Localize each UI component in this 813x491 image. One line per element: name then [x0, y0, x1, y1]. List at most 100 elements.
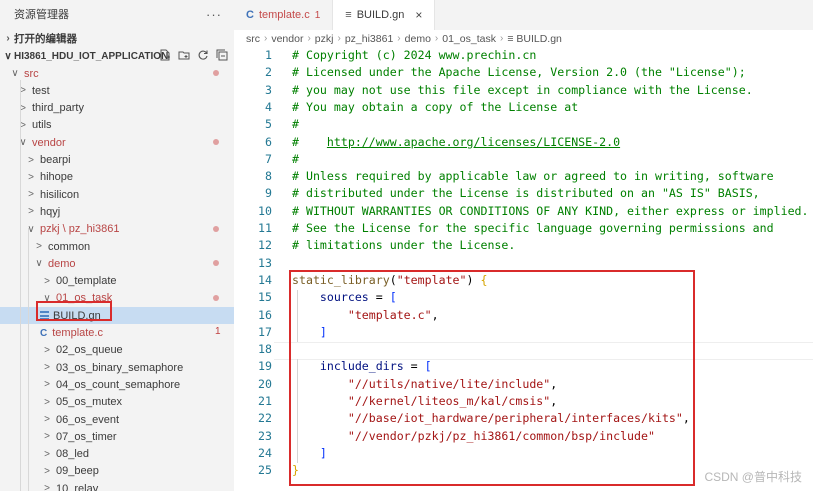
chevron-right-icon: >: [44, 465, 50, 477]
line-number: 12: [258, 238, 272, 253]
tree-item[interactable]: >00_template: [0, 273, 234, 290]
tree-item[interactable]: > test: [0, 82, 234, 99]
tree-item[interactable]: > common: [0, 238, 234, 255]
tab-label: template.c: [258, 9, 310, 21]
tree-item[interactable]: >07_os_timer: [0, 428, 234, 445]
tree-item[interactable]: >08_led: [0, 446, 234, 463]
breadcrumb-item[interactable]: 01_os_task: [442, 33, 496, 45]
line-number: 2: [265, 65, 272, 80]
more-actions-icon[interactable]: ···: [206, 7, 222, 22]
modified-dot-icon: [213, 294, 219, 301]
chevron-right-icon: ›: [434, 33, 439, 44]
tree-item-label: 03_os_binary_semaphore: [56, 361, 184, 374]
tree-item-label: 09_beep: [56, 465, 99, 478]
line-text: # Licensed under the Apache License, Ver…: [292, 65, 746, 80]
tree-item-label: hihope: [40, 171, 74, 184]
code-line: 10 # WITHOUT WARRANTIES OR CONDITIONS OF …: [234, 203, 813, 220]
breadcrumb: src › vendor › pzkj › pz_hi3861 › demo › 01_os_tas…: [234, 30, 813, 47]
new-folder-icon[interactable]: [178, 49, 190, 64]
line-text: # See the License for the specific langu…: [292, 221, 774, 235]
explorer-title: 资源管理器: [14, 9, 69, 21]
line-number: 1: [265, 48, 272, 62]
chevron-right-icon: >: [44, 483, 50, 491]
tree-item[interactable]: ∨ pzkj \ pz_hi3861: [0, 221, 234, 238]
line-number: 15: [258, 290, 272, 305]
line-number: 23: [258, 428, 272, 443]
tree-item[interactable]: >10_relay: [0, 480, 234, 491]
breadcrumb-item[interactable]: vendor: [271, 33, 303, 45]
tree-item[interactable]: >06_os_event: [0, 411, 234, 428]
tree-item[interactable]: > third_party: [0, 100, 234, 117]
tree-item[interactable]: Ctemplate.c 1: [0, 325, 234, 342]
line-text: # Unless required by applicable law or a…: [292, 169, 774, 184]
chevron-right-icon: >: [28, 171, 34, 183]
chevron-right-icon: ›: [397, 33, 401, 44]
breadcrumb-item[interactable]: pzkj: [315, 33, 334, 45]
tree-item[interactable]: >02_os_queue: [0, 342, 234, 359]
tab-bar: C template.c 1 ≡ BUILD.gn ×: [234, 0, 813, 30]
tree-item-label: hqyj: [40, 205, 61, 218]
modified-dot-icon: [213, 225, 219, 232]
line-number: 3: [265, 82, 272, 97]
project-actions: [159, 49, 228, 64]
code-line: 9 # distributed under the License is dist…: [234, 185, 813, 202]
tab-template-c[interactable]: C template.c 1: [234, 0, 334, 30]
tree-item-label: 00_template: [56, 275, 117, 288]
tree-item[interactable]: >09_beep: [0, 463, 234, 480]
tree-item[interactable]: >05_os_mutex: [0, 394, 234, 411]
project-section[interactable]: ∨ HI3861_HDU_IOT_APPLICATION: [0, 46, 234, 66]
line-text: # distributed under the License is distr…: [292, 186, 760, 201]
line-number: 13: [258, 255, 272, 270]
open-editors-section[interactable]: › 打开的编辑器: [0, 29, 234, 47]
breadcrumb-item[interactable]: ≡ BUILD.gn: [507, 33, 562, 45]
tree-item[interactable]: ∨ vendor: [0, 134, 234, 151]
tree-item[interactable]: ∨ demo: [0, 255, 234, 272]
indent-guide: [20, 80, 21, 491]
breadcrumb-item[interactable]: src: [246, 33, 260, 45]
line-number: 20: [258, 376, 272, 391]
line-text: # WITHOUT WARRANTIES OR CONDITIONS OF AN…: [292, 203, 809, 218]
tree-item-label: demo: [48, 257, 76, 270]
tree-item-label: bearpi: [40, 154, 71, 166]
modified-dot-icon: [213, 139, 219, 146]
line-number: 7: [265, 151, 272, 166]
collapse-all-icon[interactable]: [216, 49, 228, 64]
code-line: 1 # Copyright (c) 2024 www.prechin.cn: [234, 47, 813, 64]
tree-item-label: 05_os_mutex: [56, 396, 123, 409]
line-text: # limitations under the License.: [292, 238, 516, 253]
new-file-icon[interactable]: [159, 49, 171, 64]
code-line: 4 # You may obtain a copy of the License …: [234, 99, 813, 116]
tree-item[interactable]: > hihope: [0, 169, 234, 186]
breadcrumb-item[interactable]: demo: [405, 33, 431, 45]
refresh-icon[interactable]: [197, 49, 209, 64]
close-icon[interactable]: ×: [415, 8, 422, 22]
breadcrumb-item[interactable]: pz_hi3861: [345, 33, 393, 45]
tree-item-label: 08_led: [56, 448, 90, 461]
line-text: # Copyright (c) 2024 www.prechin.cn: [292, 48, 537, 62]
c-file-icon: C: [246, 9, 254, 21]
chevron-right-icon: >: [44, 362, 50, 374]
highlight-box-code: [289, 270, 695, 486]
line-number: 24: [258, 445, 272, 460]
tree-item-label: src: [24, 67, 39, 80]
tree-item-label: template.c: [52, 327, 103, 339]
code-line: 7 #: [234, 151, 813, 168]
line-text: # You may obtain a copy of the License a…: [292, 99, 579, 114]
tree-item[interactable]: > hisilicon: [0, 186, 234, 203]
tree-item[interactable]: ∨ src: [0, 65, 234, 82]
tree-item[interactable]: >03_os_binary_semaphore: [0, 359, 234, 376]
code-line: 5 #: [234, 116, 813, 133]
line-text: #: [292, 151, 299, 166]
tab-build-gn[interactable]: ≡ BUILD.gn ×: [333, 0, 436, 30]
tree-item[interactable]: > hqyj: [0, 203, 234, 220]
line-number: 5: [265, 117, 272, 132]
explorer-sidebar: 资源管理器 ··· › 打开的编辑器 ∨ HI3861_HDU_IOT_APPL…: [0, 0, 234, 491]
tree-item[interactable]: > bearpi: [0, 152, 234, 169]
tree-item-label: 02_os_queue: [56, 344, 123, 357]
tree-item-label: 10_relay: [56, 482, 99, 491]
chevron-right-icon: >: [44, 431, 50, 443]
code-line: 8 # Unless required by applicable law or …: [234, 168, 813, 185]
line-number: 6: [265, 134, 272, 149]
tree-item[interactable]: >04_os_count_semaphore: [0, 376, 234, 393]
tree-item[interactable]: > utils: [0, 117, 234, 134]
